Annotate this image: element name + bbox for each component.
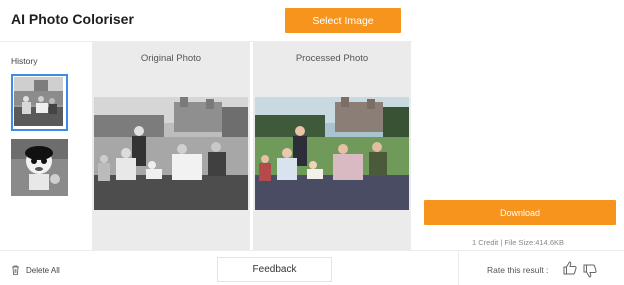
processed-photo-panel: Processed Photo bbox=[253, 42, 411, 250]
history-label: History bbox=[11, 56, 38, 66]
history-thumbnail-cartoon[interactable] bbox=[11, 139, 68, 196]
trash-icon bbox=[12, 265, 19, 275]
result-actions-area: Download 1 Credit | File Size:414.6KB bbox=[412, 0, 624, 250]
original-photo-image bbox=[94, 97, 248, 210]
history-thumbnail-family-photo[interactable] bbox=[11, 74, 68, 131]
credit-file-size-info: 1 Credit | File Size:414.6KB bbox=[472, 238, 564, 247]
original-photo-panel: Original Photo bbox=[92, 42, 250, 250]
app-title: AI Photo Coloriser bbox=[11, 11, 134, 27]
delete-all-button[interactable]: Delete All bbox=[11, 265, 60, 275]
photo-coloriser-dialog: AI Photo Coloriser Select Image History bbox=[0, 0, 624, 285]
history-sidebar: History bbox=[0, 42, 91, 250]
original-photo-title: Original Photo bbox=[140, 53, 202, 64]
processed-photo-image bbox=[255, 97, 409, 210]
thumbs-down-icon[interactable] bbox=[582, 263, 598, 279]
processed-photo-title: Processed Photo bbox=[295, 53, 369, 64]
rate-result-label: Rate this result : bbox=[487, 265, 549, 275]
download-button[interactable]: Download bbox=[424, 200, 616, 225]
family-photo-thumbnail-image bbox=[14, 77, 63, 126]
footer-bar: Delete All Feedback Rate this result : bbox=[0, 250, 624, 285]
delete-all-label: Delete All bbox=[26, 265, 60, 275]
select-image-button[interactable]: Select Image bbox=[285, 8, 401, 33]
cartoon-thumbnail-image bbox=[11, 139, 68, 196]
thumbs-up-icon[interactable] bbox=[562, 260, 578, 276]
feedback-button[interactable]: Feedback bbox=[217, 257, 332, 282]
footer-divider bbox=[458, 251, 459, 285]
